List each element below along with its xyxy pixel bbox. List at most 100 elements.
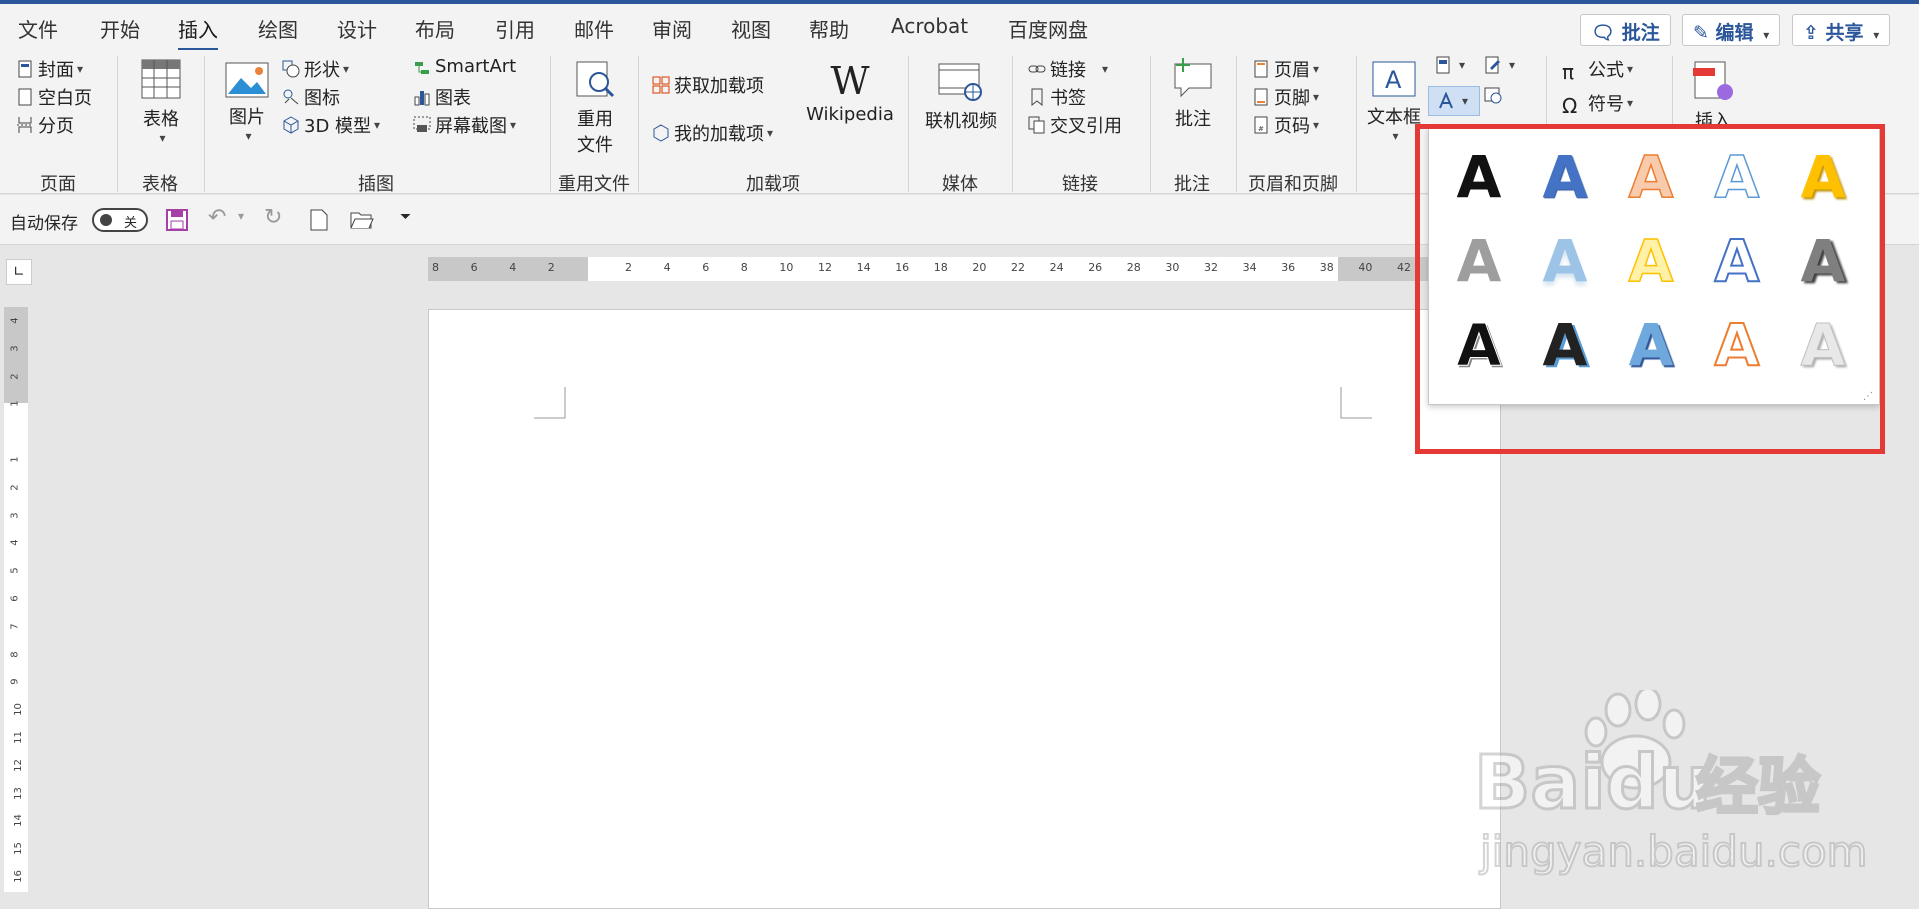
3d-models-label: 3D 模型 [304, 116, 372, 137]
break-label: 分页 [38, 116, 74, 137]
chart-button[interactable]: 图表 [413, 84, 471, 110]
svg-text:#: # [1258, 125, 1264, 133]
table-icon [141, 59, 181, 99]
tab-acrobat[interactable]: Acrobat [891, 14, 968, 38]
customize-qat-icon[interactable]: ⏷ [400, 209, 411, 225]
footer-button[interactable]: 页脚 ▾ [1252, 84, 1319, 110]
smartart-button[interactable]: SmartArt [413, 56, 516, 77]
icons-icon [283, 89, 299, 105]
tab-insert[interactable]: 插入 [178, 14, 218, 51]
new-document-icon[interactable] [310, 209, 328, 231]
new-comment-button[interactable]: 批注 [1166, 56, 1220, 131]
pi-icon: π [1562, 60, 1575, 84]
cross-reference-label: 交叉引用 [1050, 116, 1122, 137]
equation-label: 公式 [1588, 60, 1624, 81]
chevron-down-icon[interactable]: ▾ [238, 209, 244, 223]
cover-page-button[interactable]: 封面 ▾ [16, 56, 83, 82]
picture-button[interactable]: 图片 ▾ [222, 62, 272, 143]
group-label-illustrations: 插图 [358, 174, 394, 195]
horizontal-ruler[interactable]: 8 6 4 2 2 4 6 8 10 12 14 16 18 20 22 24 26 28 30 32 34 36 38 40… [428, 257, 1502, 281]
symbol-button[interactable]: Ω 符号 ▾ [1562, 90, 1633, 118]
wordart-button[interactable]: ▾ [1428, 86, 1480, 116]
online-video-icon [938, 63, 982, 101]
ruler-tick-label: 28 [1126, 261, 1141, 274]
tab-review[interactable]: 审阅 [652, 14, 692, 43]
redo-icon[interactable]: ↻ [264, 205, 282, 230]
table-label: 表格 [143, 109, 179, 130]
chevron-down-icon: ▾ [245, 129, 252, 143]
page-number-button[interactable]: # 页码 ▾ [1252, 112, 1319, 138]
link-label: 链接 [1050, 60, 1086, 81]
quick-parts-button[interactable]: ▾ [1434, 56, 1465, 74]
text-box-button[interactable]: A 文本框 ▾ [1366, 60, 1422, 143]
date-time-button[interactable] [1484, 86, 1506, 104]
page-number-label: 页码 [1274, 116, 1310, 137]
screenshot-button[interactable]: 屏幕截图 ▾ [413, 112, 516, 138]
tab-home[interactable]: 开始 [100, 14, 140, 43]
undo-icon[interactable]: ↶ [208, 205, 226, 230]
footer-icon [1254, 88, 1268, 106]
smartart-label: SmartArt [435, 56, 517, 77]
screenshot-label: 屏幕截图 [435, 116, 507, 137]
quick-parts-icon [1436, 56, 1450, 74]
comments-button[interactable]: 🗨 批注 [1580, 14, 1671, 46]
tab-baidu-netdisk[interactable]: 百度网盘 [1008, 14, 1088, 43]
chevron-down-icon: ▾ [1627, 62, 1634, 76]
toggle-knob [100, 214, 112, 226]
tab-help[interactable]: 帮助 [809, 14, 849, 43]
margin-corner-top-right [1340, 387, 1372, 419]
reuse-files-button[interactable]: 重用 文件 [567, 60, 623, 157]
page-break-button[interactable]: 分页 [16, 112, 74, 138]
get-addins-button[interactable]: 获取加载项 [652, 72, 764, 98]
ruler-tick-label: 16 [895, 261, 910, 274]
save-icon[interactable] [166, 209, 188, 231]
tab-design[interactable]: 设计 [337, 14, 377, 43]
tab-mailings[interactable]: 邮件 [574, 14, 614, 43]
shapes-button[interactable]: 形状 ▾ [282, 56, 349, 82]
equation-button[interactable]: π 公式 ▾ [1562, 56, 1634, 84]
ruler-tick-label: 4 [663, 261, 671, 274]
document-page[interactable] [428, 309, 1501, 909]
tab-view[interactable]: 视图 [731, 14, 771, 43]
bookmark-button[interactable]: 书签 [1028, 84, 1086, 110]
group-label-header-footer: 页眉和页脚 [1248, 174, 1338, 195]
my-addins-button[interactable]: 我的加载项 ▾ [652, 120, 773, 146]
ruler-tick-label: 6 [702, 261, 710, 274]
tab-stop-selector[interactable]: ∟ [6, 259, 32, 285]
ruler-tick-label: 6 [9, 595, 21, 602]
ruler-tick-label: 36 [1281, 261, 1296, 274]
share-button[interactable]: ⇪ 共享 ▾ [1792, 14, 1891, 46]
3d-models-button[interactable]: 3D 模型 ▾ [282, 112, 380, 138]
tab-references[interactable]: 引用 [495, 14, 535, 43]
autosave-toggle[interactable]: 关 [92, 208, 148, 232]
ruler-tick-label: 7 [9, 623, 21, 630]
vertical-ruler[interactable]: 4 3 2 1 1 2 3 4 5 6 7 8 9 10 11 12 13 14 15 16 [4, 307, 28, 892]
cross-reference-button[interactable]: 交叉引用 [1028, 112, 1122, 138]
symbol-label: 符号 [1588, 94, 1624, 115]
table-button[interactable]: 表格 ▾ [136, 58, 186, 145]
chevron-down-icon: ▾ [1462, 94, 1469, 108]
insert-embed-button[interactable]: 插入 [1684, 58, 1742, 133]
chevron-down-icon: ▾ [374, 118, 381, 132]
wikipedia-icon: W [830, 59, 870, 103]
tab-file[interactable]: 文件 [18, 14, 58, 43]
tab-layout[interactable]: 布局 [415, 14, 455, 43]
chevron-down-icon: ▾ [77, 62, 84, 76]
online-video-button[interactable]: 联机视频 [920, 62, 1002, 133]
signature-icon [1485, 56, 1500, 74]
blank-page-button[interactable]: 空白页 [16, 84, 92, 110]
open-folder-icon[interactable] [350, 211, 374, 229]
embed-media-icon [1693, 61, 1733, 100]
editing-button[interactable]: ✎ 编辑 ▾ [1682, 14, 1781, 46]
ruler-tick-label: 22 [1011, 261, 1025, 274]
ruler-tick-label: 13 [12, 786, 24, 800]
icons-button[interactable]: 图标 [282, 84, 340, 110]
tab-draw[interactable]: 绘图 [258, 14, 298, 43]
link-button[interactable]: 链接 ▾ [1028, 56, 1108, 82]
cross-reference-icon [1028, 116, 1045, 134]
signature-line-button[interactable]: ▾ [1484, 56, 1515, 74]
header-button[interactable]: 页眉 ▾ [1252, 56, 1319, 82]
cover-page-icon [18, 60, 32, 78]
wikipedia-button[interactable]: W Wikipedia [804, 58, 896, 125]
link-icon [1028, 65, 1046, 73]
